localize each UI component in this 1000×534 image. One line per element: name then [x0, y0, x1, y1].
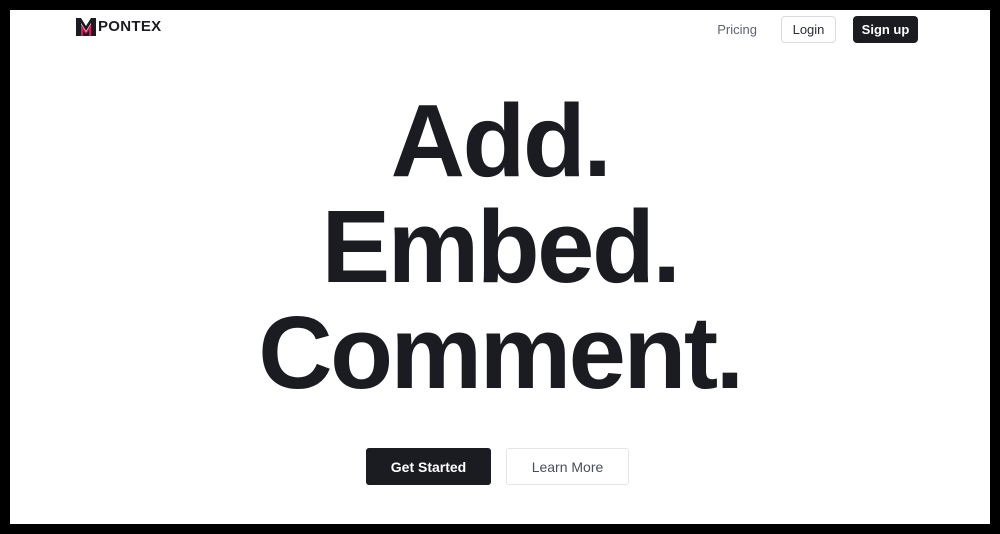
hero-line-comment: Comment. [258, 295, 744, 410]
signup-button[interactable]: Sign up [853, 15, 918, 43]
hero-line-add: Add. [390, 83, 612, 198]
cta-group: Get Started Learn More [366, 448, 629, 485]
hero-line-embed: Embed. [321, 189, 681, 304]
learn-more-label: Learn More [531, 458, 604, 475]
pontex-logo-icon [76, 18, 96, 36]
get-started-button[interactable]: Get Started [366, 448, 491, 485]
top-nav: Pricing Login Sign up [717, 15, 918, 43]
login-button-label: Login [792, 21, 825, 37]
login-button[interactable]: Login [781, 15, 836, 43]
page-frame: PONTEX Pricing Login Sign up Add. Embed.… [10, 10, 990, 524]
brand-logo-link[interactable]: PONTEX [76, 17, 161, 37]
hero-headline: Add. Embed. Comment. [10, 88, 990, 406]
signup-button-label: Sign up [861, 21, 910, 37]
learn-more-button[interactable]: Learn More [506, 448, 629, 485]
nav-pricing-link[interactable]: Pricing [717, 22, 757, 37]
brand-name: PONTEX [98, 18, 162, 35]
get-started-label: Get Started [390, 458, 467, 475]
